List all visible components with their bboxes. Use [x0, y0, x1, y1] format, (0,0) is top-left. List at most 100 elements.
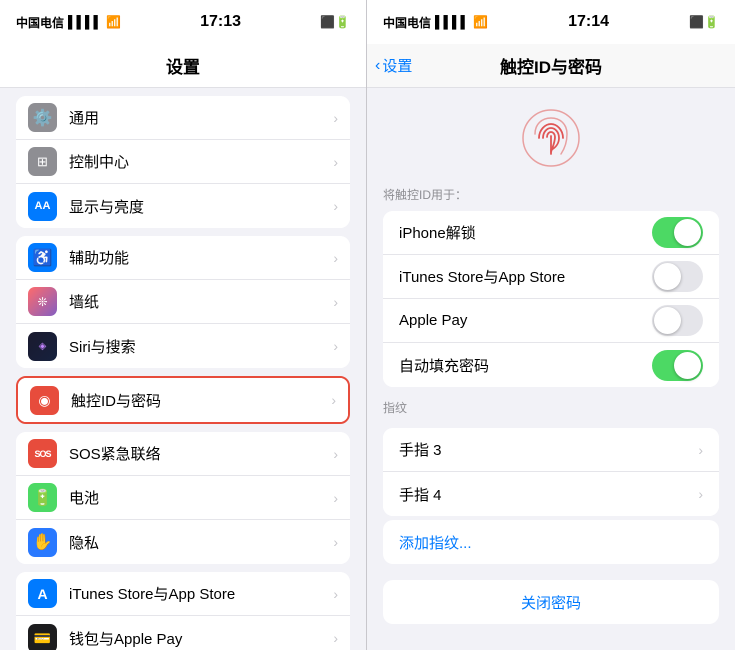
- finger-4-chevron: ›: [698, 486, 703, 502]
- toggle-items-group: iPhone解锁 iTunes Store与App Store Apple Pa…: [383, 211, 719, 387]
- settings-group-1: ⚙️ 通用 › ⊞ 控制中心 › AA 显示与亮度 ›: [16, 96, 350, 228]
- wallpaper-chevron: ›: [333, 294, 338, 310]
- wallet-icon: 💳: [28, 624, 57, 650]
- sos-icon: SOS: [28, 439, 57, 468]
- sidebar-item-itunes-store[interactable]: A iTunes Store与App Store ›: [16, 572, 350, 616]
- sidebar-item-accessibility[interactable]: ♿ 辅助功能 ›: [16, 236, 350, 280]
- right-wifi-icon: 📶: [473, 15, 488, 29]
- wallet-label: 钱包与Apple Pay: [69, 628, 333, 649]
- back-label: 设置: [382, 55, 412, 76]
- touch-id-label: 触控ID与密码: [71, 390, 331, 411]
- add-fingerprint-label: 添加指纹...: [399, 532, 472, 553]
- sidebar-item-battery[interactable]: 🔋 电池 ›: [16, 476, 350, 520]
- siri-chevron: ›: [333, 338, 338, 354]
- toggle-item-iphone-unlock[interactable]: iPhone解锁: [383, 211, 719, 255]
- right-carrier: 中国电信: [383, 14, 431, 31]
- iphone-unlock-label: iPhone解锁: [399, 222, 652, 243]
- accessibility-label: 辅助功能: [69, 247, 333, 268]
- itunes-store-icon: A: [28, 579, 57, 608]
- autofill-toggle[interactable]: [652, 350, 703, 381]
- sidebar-item-display[interactable]: AA 显示与亮度 ›: [16, 184, 350, 228]
- apple-pay-label: Apple Pay: [399, 312, 652, 329]
- finger-4-item[interactable]: 手指 4 ›: [383, 472, 719, 516]
- left-carrier: 中国电信: [16, 14, 64, 31]
- sidebar-item-wallpaper[interactable]: ❊ 墙纸 ›: [16, 280, 350, 324]
- siri-label: Siri与搜索: [69, 336, 333, 357]
- finger-3-chevron: ›: [698, 442, 703, 458]
- right-status-right: ⬛🔋: [689, 15, 719, 29]
- iphone-unlock-toggle[interactable]: [652, 217, 703, 248]
- siri-icon: ◈: [28, 332, 57, 361]
- display-chevron: ›: [333, 198, 338, 214]
- back-button[interactable]: ‹ 设置: [375, 55, 412, 76]
- battery-label: 电池: [69, 487, 333, 508]
- right-nav-title: 触控ID与密码: [500, 53, 602, 78]
- left-time: 17:13: [200, 13, 241, 31]
- display-icon: AA: [28, 192, 57, 221]
- settings-group-4: SOS SOS紧急联络 › 🔋 电池 › ✋ 隐私 ›: [16, 432, 350, 564]
- sidebar-item-control-center[interactable]: ⊞ 控制中心 ›: [16, 140, 350, 184]
- sos-chevron: ›: [333, 446, 338, 462]
- general-icon: ⚙️: [28, 103, 57, 132]
- itunes-store-chevron: ›: [333, 586, 338, 602]
- iphone-unlock-knob: [674, 219, 701, 246]
- apple-pay-toggle[interactable]: [652, 305, 703, 336]
- left-signal-icon: ▌▌▌▌: [68, 15, 102, 29]
- turn-off-label: 关闭密码: [521, 592, 581, 613]
- control-center-icon: ⊞: [28, 147, 57, 176]
- right-panel: 中国电信 ▌▌▌▌ 📶 17:14 ⬛🔋 ‹ 设置 触控ID与密码: [367, 0, 735, 650]
- privacy-icon: ✋: [28, 528, 57, 557]
- battery-chevron: ›: [333, 490, 338, 506]
- left-panel: 中国电信 ▌▌▌▌ 📶 17:13 ⬛🔋 设置 ⚙️ 通用 › ⊞ 控制中心: [0, 0, 367, 650]
- left-status-right: ⬛🔋: [320, 15, 350, 29]
- settings-section-3: ◉ 触控ID与密码 ›: [0, 376, 366, 424]
- right-nav-bar: ‹ 设置 触控ID与密码: [367, 44, 735, 88]
- touch-id-chevron: ›: [331, 392, 336, 408]
- sidebar-item-privacy[interactable]: ✋ 隐私 ›: [16, 520, 350, 564]
- settings-section-5: A iTunes Store与App Store › 💳 钱包与Apple Pa…: [0, 572, 366, 650]
- finger-3-label: 手指 3: [399, 439, 698, 460]
- left-status-bar: 中国电信 ▌▌▌▌ 📶 17:13 ⬛🔋: [0, 0, 366, 44]
- wallpaper-icon: ❊: [28, 287, 57, 316]
- settings-group-2: ♿ 辅助功能 › ❊ 墙纸 › ◈ Siri与搜索 ›: [16, 236, 350, 368]
- autofill-label: 自动填充密码: [399, 355, 652, 376]
- apple-pay-knob: [654, 307, 681, 334]
- sidebar-item-wallet[interactable]: 💳 钱包与Apple Pay ›: [16, 616, 350, 650]
- sidebar-item-sos[interactable]: SOS SOS紧急联络 ›: [16, 432, 350, 476]
- fingerprint-section-label: 指纹: [367, 391, 735, 420]
- privacy-label: 隐私: [69, 532, 333, 553]
- general-chevron: ›: [333, 110, 338, 126]
- accessibility-icon: ♿: [28, 243, 57, 272]
- finger-4-label: 手指 4: [399, 484, 698, 505]
- wallet-chevron: ›: [333, 630, 338, 646]
- display-label: 显示与亮度: [69, 196, 333, 217]
- sidebar-item-touch-id[interactable]: ◉ 触控ID与密码 ›: [18, 378, 348, 422]
- finger-3-item[interactable]: 手指 3 ›: [383, 428, 719, 472]
- itunes-store-label: iTunes Store与App Store: [69, 583, 333, 604]
- touch-id-icon: ◉: [30, 386, 59, 415]
- control-center-chevron: ›: [333, 154, 338, 170]
- privacy-chevron: ›: [333, 534, 338, 550]
- toggle-item-itunes-appstore[interactable]: iTunes Store与App Store: [383, 255, 719, 299]
- turn-off-passcode-item[interactable]: 关闭密码: [383, 580, 719, 624]
- toggle-item-apple-pay[interactable]: Apple Pay: [383, 299, 719, 343]
- toggle-item-autofill[interactable]: 自动填充密码: [383, 343, 719, 387]
- general-label: 通用: [69, 107, 333, 128]
- right-time: 17:14: [568, 13, 609, 31]
- itunes-appstore-knob: [654, 263, 681, 290]
- autofill-knob: [674, 352, 701, 379]
- sidebar-item-general[interactable]: ⚙️ 通用 ›: [16, 96, 350, 140]
- battery-icon-item: 🔋: [28, 483, 57, 512]
- settings-section-4: SOS SOS紧急联络 › 🔋 电池 › ✋ 隐私 ›: [0, 432, 366, 564]
- settings-section-2: ♿ 辅助功能 › ❊ 墙纸 › ◈ Siri与搜索 ›: [0, 236, 366, 368]
- fingerprint-graphic: [521, 108, 581, 168]
- left-wifi-icon: 📶: [106, 15, 121, 29]
- control-center-label: 控制中心: [69, 151, 333, 172]
- itunes-appstore-toggle[interactable]: [652, 261, 703, 292]
- settings-section-1: ⚙️ 通用 › ⊞ 控制中心 › AA 显示与亮度 ›: [0, 96, 366, 228]
- left-settings-list: ⚙️ 通用 › ⊞ 控制中心 › AA 显示与亮度 ›: [0, 88, 366, 650]
- wallpaper-label: 墙纸: [69, 291, 333, 312]
- add-fingerprint-item[interactable]: 添加指纹...: [383, 520, 719, 564]
- sidebar-item-siri[interactable]: ◈ Siri与搜索 ›: [16, 324, 350, 368]
- sos-label: SOS紧急联络: [69, 443, 333, 464]
